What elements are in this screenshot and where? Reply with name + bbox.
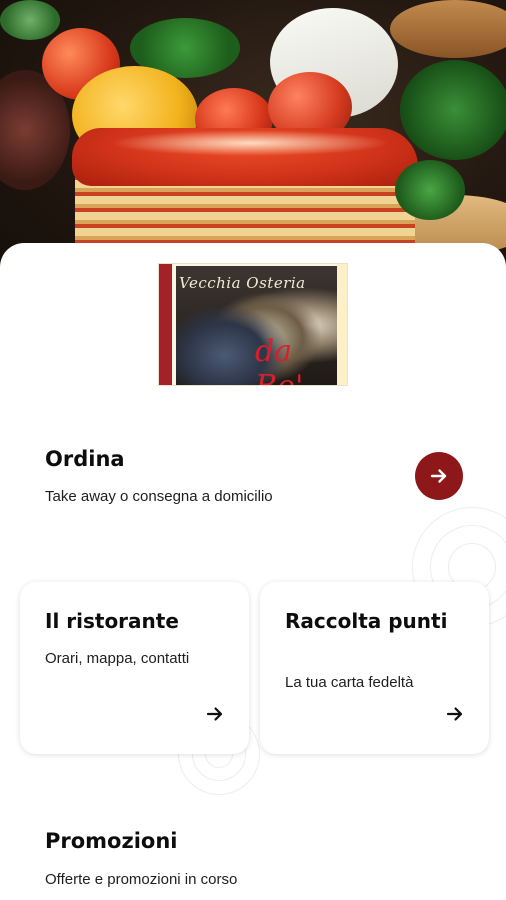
home-content-sheet: Vecchia Osteria da Bo' Ordina Take away …: [0, 243, 506, 900]
restaurant-info-card[interactable]: Il ristorante Orari, mappa, contatti: [20, 582, 249, 754]
card-subtitle: Orari, mappa, contatti: [45, 650, 190, 667]
restaurant-logo: Vecchia Osteria da Bo': [158, 263, 348, 386]
logo-text-line1: Vecchia Osteria: [179, 274, 306, 292]
basil-decoration: [395, 160, 465, 220]
card-title: Il ristorante: [45, 609, 179, 633]
parmesan-topping: [110, 130, 390, 156]
card-title: Raccolta punti: [285, 609, 448, 633]
arrow-right-icon: [430, 469, 447, 483]
herb-decoration: [0, 0, 60, 40]
logo-text-line2: da Bo': [255, 334, 303, 385]
logo-red-band: [159, 264, 172, 385]
card-subtitle: La tua carta fedeltà: [285, 674, 414, 691]
promotions-subtitle[interactable]: Offerte e promozioni in corso: [45, 871, 237, 888]
order-title[interactable]: Ordina: [45, 447, 125, 471]
order-subtitle[interactable]: Take away o consegna a domicilio: [45, 488, 273, 505]
order-arrow-button[interactable]: [415, 452, 463, 500]
arrow-right-icon[interactable]: [205, 704, 225, 724]
bread-decoration: [390, 0, 506, 58]
arrow-right-icon[interactable]: [445, 704, 465, 724]
lettuce-decoration: [400, 60, 506, 160]
loyalty-points-card[interactable]: Raccolta punti La tua carta fedeltà: [260, 582, 489, 754]
promotions-title[interactable]: Promozioni: [45, 829, 177, 853]
